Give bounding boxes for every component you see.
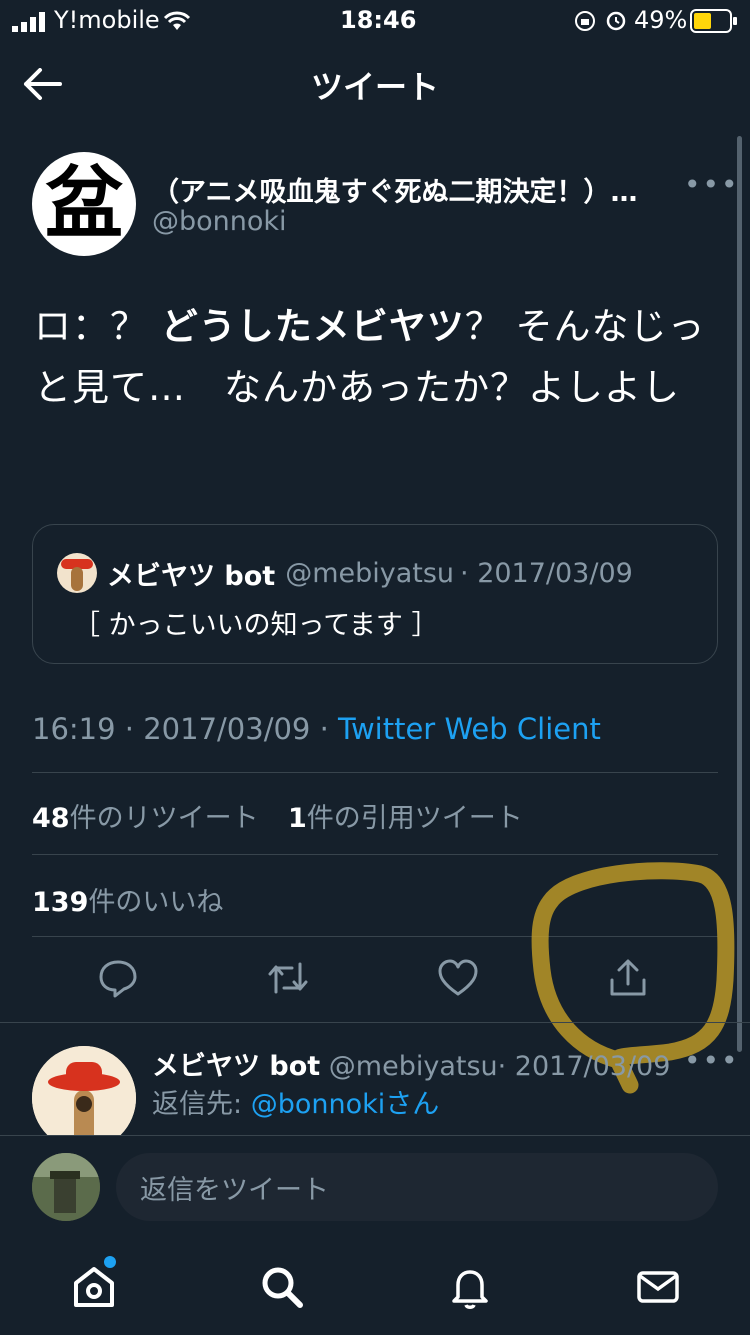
retweet-icon [268,962,308,994]
user-photo-icon [32,1153,100,1221]
reply-to-mention[interactable]: @bonnoki [251,1089,386,1120]
quoted-text: ［ かっこいいの知ってます ］ [73,610,439,641]
signal-icon [12,12,45,32]
tab-search[interactable] [258,1263,306,1315]
tweet-timestamp: 16:19 · 2017/03/09 · [32,712,339,746]
author-avatar[interactable]: 盆 [32,152,136,256]
reply-handle[interactable]: @mebiyatsu [329,1051,498,1082]
notification-dot [104,1256,116,1268]
my-avatar[interactable] [32,1153,100,1221]
tweet-meta: 16:19 · 2017/03/09 · Twitter Web Client [32,712,601,746]
tweet-text: ロ：？ どうしたメビヤツ？ そんなじっと見て… なんかあったか？よしよし [34,305,706,409]
clock: 18:46 [340,6,417,34]
search-icon [262,1267,303,1308]
reply-date: · 2017/03/09 [497,1051,671,1082]
page-title: ツイート [310,68,439,106]
tweet-client-link[interactable]: Twitter Web Client [338,712,601,746]
bell-icon [452,1270,488,1309]
reply-to-line: 返信先: @bonnokiさん [152,1089,440,1120]
heart-icon [438,959,478,996]
reply-header: メビヤツ bot @mebiyatsu· 2017/03/09 [152,1044,670,1083]
battery-icon [690,9,737,33]
quoted-date: · 2017/03/09 [460,557,633,589]
tab-notifications[interactable] [446,1263,494,1315]
reply-button[interactable] [88,948,148,1008]
tab-messages[interactable] [634,1263,682,1315]
divider [32,772,718,773]
like-button[interactable] [428,948,488,1008]
orientation-lock-icon [575,11,595,31]
tweet-text-bold: どうしたメビヤツ [160,305,465,348]
reply-composer-input[interactable]: 返信をツイート [116,1153,718,1221]
retweet-stats[interactable]: 48件のリツイート [32,796,259,835]
divider [0,1022,750,1023]
more-options-icon[interactable]: ••• [684,168,740,201]
divider [32,936,718,937]
comment-icon [99,960,137,998]
quoted-avatar [57,553,97,593]
author-handle[interactable]: @bonnoki [152,206,287,237]
quoted-display-name: メビヤツ bot [107,560,276,592]
divider [32,854,718,855]
quoted-tweet-card[interactable]: メビヤツ bot @mebiyatsu · 2017/03/09 ［ かっこいい… [32,524,718,664]
bottom-bar: 返信をツイート [0,1135,750,1335]
scrollbar[interactable] [737,136,742,1052]
status-bar: Y!mobile 18:46 49% [0,0,750,44]
share-button[interactable] [598,948,658,1008]
reply-more-icon[interactable]: ••• [684,1044,740,1077]
battery-percent: 49% [634,6,688,34]
carrier-label: Y!mobile [54,6,160,34]
quoted-handle: @mebiyatsu [285,557,455,589]
quoted-tweet-header: メビヤツ bot @mebiyatsu · 2017/03/09 [57,553,633,593]
wifi-icon [163,11,191,30]
alarm-icon [606,11,626,31]
share-icon [610,959,646,996]
reply-display-name[interactable]: メビヤツ bot [152,1051,320,1082]
author-display-name[interactable]: （アニメ吸血鬼すぐ死ぬ二期決定！）… [152,170,637,209]
home-icon [74,1267,114,1307]
like-stats[interactable]: 139件のいいね [32,880,223,919]
quote-stats[interactable]: 1件の引用ツイート [288,796,523,835]
mail-icon [637,1271,679,1303]
tab-home[interactable] [70,1263,118,1315]
retweet-button[interactable] [258,948,318,1008]
